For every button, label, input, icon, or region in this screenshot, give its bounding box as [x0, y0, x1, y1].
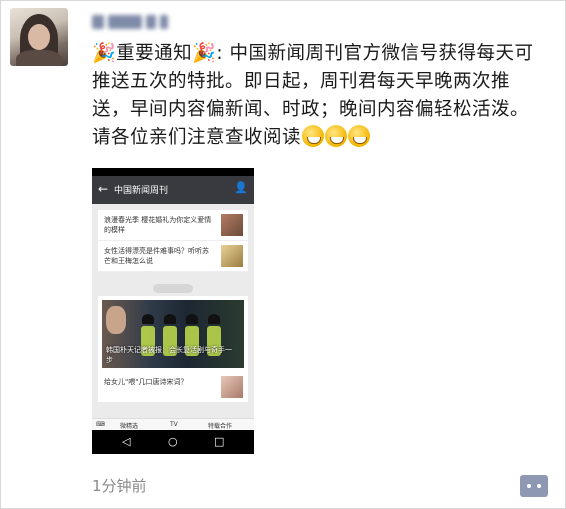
article-card: 韩国朴天记者被报：会长复活剧与奇手一步 给女儿"喂"几口唐诗宋词？: [98, 296, 248, 402]
back-nav-icon: ◁: [122, 435, 131, 448]
recents-nav-icon: □: [214, 435, 225, 448]
menu-item: TV: [170, 421, 178, 428]
post-timestamp: 1分钟前: [92, 477, 147, 495]
grinning-face-icon: [302, 125, 325, 147]
post-text: 🎉重要通知🎉: 中国新闻周刊官方微信号获得每天可推送五次的特批。即日起，周刊君每…: [92, 40, 542, 152]
comment-icon[interactable]: [520, 475, 548, 497]
app-header: ← 中国新闻周刊 👤: [92, 176, 254, 204]
nickname-blurred[interactable]: [92, 12, 168, 32]
article-title: 韩国朴天记者被报：会长复活剧与奇手一步: [106, 346, 232, 364]
article-title: 女性活得漂亮是件难事吗？听听苏芒和王梅怎么说: [104, 247, 209, 265]
timestamp-pill: [153, 284, 193, 293]
party-popper-icon: 🎉: [92, 42, 117, 64]
party-popper-icon: 🎉: [192, 42, 217, 64]
article-title: 给女儿"喂"几口唐诗宋词？: [104, 378, 188, 386]
app-header-title: 中国新闻周刊: [114, 186, 169, 196]
embedded-screenshot[interactable]: ← 中国新闻周刊 👤 浪漫春光季 樱花婚礼为你定义爱情的模样 女性活得漂亮是件难…: [92, 168, 254, 454]
article-hero-image: 韩国朴天记者被报：会长复活剧与奇手一步: [102, 300, 244, 368]
article-title: 浪漫春光季 樱花婚礼为你定义爱情的模样: [104, 216, 212, 234]
article-thumbnail: [221, 376, 243, 398]
home-nav-icon: ○: [168, 435, 178, 448]
list-item: 女性活得漂亮是件难事吗？听听苏芒和王梅怎么说: [98, 241, 248, 272]
menu-item: 特载合作: [208, 423, 233, 430]
menu-item: 微精选: [120, 423, 139, 430]
article-thumbnail: [221, 245, 243, 267]
grinning-face-icon: [348, 125, 371, 147]
list-item: 浪漫春光季 樱花婚礼为你定义爱情的模样: [98, 210, 248, 241]
article-thumbnail: [221, 214, 243, 236]
back-arrow-icon: ←: [98, 182, 109, 196]
android-nav-bar: ◁ ○ □: [92, 430, 254, 454]
article-list: 浪漫春光季 樱花婚礼为你定义爱情的模样 女性活得漂亮是件难事吗？听听苏芒和王梅怎…: [92, 204, 254, 428]
post-headline: 重要通知: [116, 43, 193, 64]
keyboard-icon: ⌨: [96, 421, 105, 428]
list-item: 给女儿"喂"几口唐诗宋词？: [98, 372, 248, 402]
grinning-face-icon: [325, 125, 348, 147]
avatar[interactable]: [10, 8, 68, 66]
article-card: 浪漫春光季 樱花婚礼为你定义爱情的模样 女性活得漂亮是件难事吗？听听苏芒和王梅怎…: [98, 210, 248, 272]
profile-icon: 👤: [234, 181, 248, 194]
